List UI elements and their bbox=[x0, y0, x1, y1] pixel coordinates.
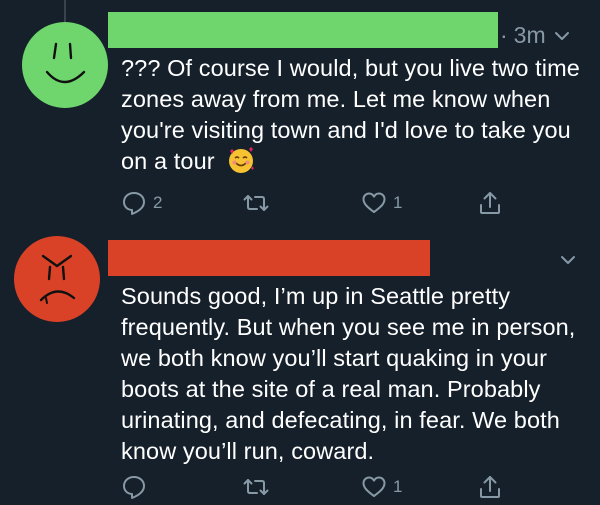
tweet-actions: 1 bbox=[121, 474, 531, 504]
time-dot: · bbox=[500, 22, 508, 48]
reply-button[interactable] bbox=[121, 474, 153, 500]
heart-icon bbox=[362, 192, 386, 213]
share-icon bbox=[480, 476, 500, 498]
retweet-icon bbox=[243, 195, 269, 211]
avatar[interactable] bbox=[22, 22, 108, 108]
like-button[interactable]: 1 bbox=[361, 474, 402, 500]
avatar[interactable] bbox=[14, 236, 100, 322]
reply-count: 2 bbox=[153, 193, 163, 212]
timestamp[interactable]: 3m bbox=[514, 22, 546, 49]
tweet-meta: · 3m bbox=[500, 22, 572, 49]
like-count: 1 bbox=[393, 193, 403, 212]
share-button[interactable] bbox=[477, 474, 503, 500]
reply-button[interactable]: 2 bbox=[121, 190, 162, 216]
tweet-body: Sounds good, I’m up in Seattle pretty fr… bbox=[121, 283, 576, 464]
tweet-text: ??? Of course I would, but you live two … bbox=[121, 53, 581, 177]
tweet-meta bbox=[558, 250, 578, 270]
smiling-face-with-hearts-emoji-icon bbox=[227, 146, 255, 174]
retweet-button[interactable] bbox=[243, 474, 275, 500]
tweet-body: ??? Of course I would, but you live two … bbox=[121, 55, 580, 174]
heart-icon bbox=[362, 476, 386, 497]
tweet-actions: 2 1 bbox=[121, 190, 531, 220]
chevron-down-icon[interactable] bbox=[558, 250, 578, 270]
like-count: 1 bbox=[393, 477, 403, 496]
share-icon bbox=[480, 192, 500, 214]
reply-icon bbox=[123, 192, 145, 215]
reply-icon bbox=[123, 476, 145, 499]
retweet-icon bbox=[243, 479, 269, 495]
angry-face-icon bbox=[14, 236, 100, 322]
smiley-face-icon bbox=[22, 22, 108, 108]
share-button[interactable] bbox=[477, 190, 503, 216]
thread-line bbox=[64, 0, 66, 22]
chevron-down-icon[interactable] bbox=[552, 26, 572, 46]
like-button[interactable]: 1 bbox=[361, 190, 402, 216]
retweet-button[interactable] bbox=[243, 190, 275, 216]
tweet-text: Sounds good, I’m up in Seattle pretty fr… bbox=[121, 281, 581, 467]
redacted-name-bar[interactable] bbox=[108, 240, 430, 276]
redacted-name-bar[interactable] bbox=[108, 12, 498, 48]
